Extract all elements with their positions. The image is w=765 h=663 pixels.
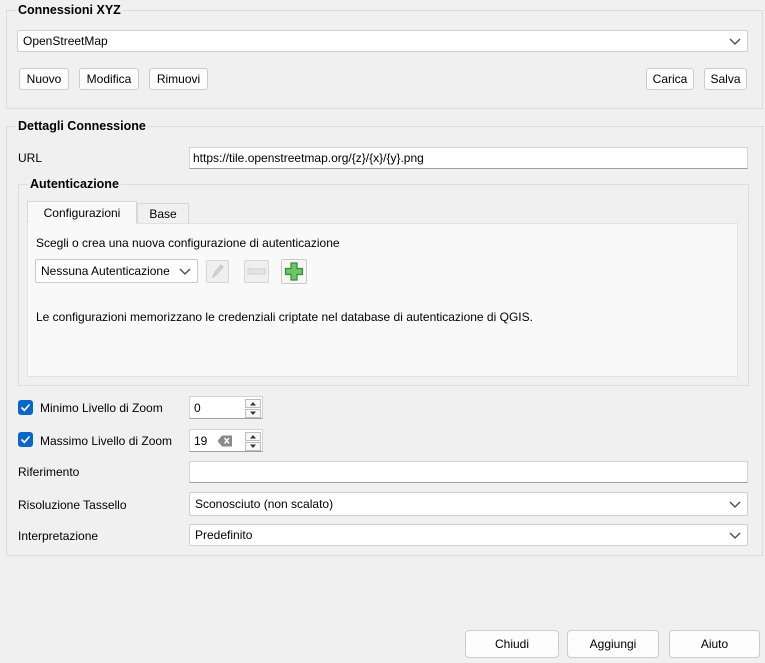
minus-icon (247, 268, 266, 275)
url-label: URL (18, 151, 43, 165)
tile-resolution-label: Risoluzione Tassello (18, 498, 127, 512)
remove-connection-button[interactable]: Rimuovi (149, 68, 208, 90)
tab-configurazioni[interactable]: Configurazioni (27, 201, 137, 224)
load-connections-button[interactable]: Carica (646, 68, 694, 90)
tile-resolution-value: Sconosciuto (non scalato) (195, 497, 334, 511)
min-zoom-label: Minimo Livello di Zoom (40, 401, 163, 415)
auth-group-title: Autenticazione (28, 177, 121, 191)
chevron-down-icon (179, 268, 191, 275)
tab-base[interactable]: Base (137, 203, 189, 224)
edit-connection-button[interactable]: Modifica (79, 68, 139, 90)
spin-up-button[interactable] (245, 399, 261, 408)
max-zoom-label: Massimo Livello di Zoom (40, 434, 173, 448)
spin-up-button[interactable] (245, 432, 261, 441)
chevron-down-icon (729, 38, 741, 45)
triangle-down-icon (250, 444, 256, 448)
details-group-title: Dettagli Connessione (16, 119, 148, 133)
interpretation-value: Predefinito (195, 528, 253, 542)
new-connection-button[interactable]: Nuovo (19, 68, 69, 90)
connection-select[interactable]: OpenStreetMap (17, 30, 748, 52)
referer-label: Riferimento (18, 465, 80, 479)
url-input[interactable]: https://tile.openstreetmap.org/{z}/{x}/{… (189, 147, 748, 169)
triangle-up-icon (250, 435, 256, 439)
min-zoom-spinbox[interactable]: 0 (189, 396, 263, 419)
triangle-down-icon (250, 411, 256, 415)
auth-prompt: Scegli o crea una nuova configurazione d… (36, 236, 340, 250)
checkmark-icon (20, 435, 31, 444)
help-button[interactable]: Aiuto (669, 630, 760, 658)
spin-down-button[interactable] (245, 409, 261, 418)
add-auth-config-button[interactable] (281, 259, 307, 284)
spin-down-button[interactable] (245, 442, 261, 451)
triangle-up-icon (250, 402, 256, 406)
plus-icon (284, 262, 304, 281)
remove-auth-config-button[interactable] (244, 260, 269, 283)
chevron-down-icon (729, 532, 741, 539)
connection-select-value: OpenStreetMap (23, 34, 108, 48)
tile-resolution-select[interactable]: Sconosciuto (non scalato) (189, 492, 748, 516)
min-zoom-value: 0 (194, 401, 201, 415)
referer-input[interactable] (189, 461, 748, 483)
max-zoom-value: 19 (194, 434, 208, 448)
connections-group (6, 10, 763, 109)
max-zoom-spinbox[interactable]: 19 (189, 429, 263, 452)
auth-config-select-value: Nessuna Autenticazione (41, 264, 170, 278)
min-zoom-checkbox[interactable] (18, 400, 33, 415)
save-connections-button[interactable]: Salva (704, 68, 747, 90)
close-button[interactable]: Chiudi (465, 630, 559, 658)
auth-note: Le configurazioni memorizzano le credenz… (36, 310, 533, 324)
add-button[interactable]: Aggiungi (567, 630, 659, 658)
checkmark-icon (20, 403, 31, 412)
clear-icon[interactable] (217, 435, 233, 447)
interpretation-label: Interpretazione (18, 529, 99, 543)
chevron-down-icon (729, 501, 741, 508)
interpretation-select[interactable]: Predefinito (189, 524, 748, 546)
auth-config-select[interactable]: Nessuna Autenticazione (35, 259, 198, 283)
edit-auth-config-button[interactable] (206, 260, 229, 283)
pencil-icon (211, 264, 224, 279)
max-zoom-checkbox[interactable] (18, 432, 33, 447)
connections-group-title: Connessioni XYZ (16, 3, 123, 17)
